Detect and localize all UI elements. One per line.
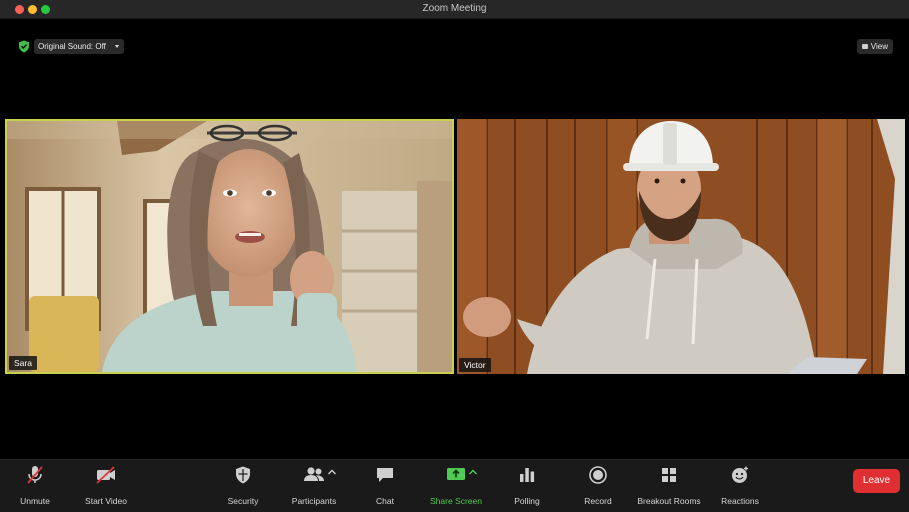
participant-name-tag: Victor: [459, 358, 491, 372]
leave-meeting-button[interactable]: Leave: [853, 469, 900, 493]
polling-bar-chart-icon: [520, 468, 535, 482]
meeting-top-bar: Original Sound: Off View: [0, 38, 909, 56]
view-label: View: [870, 42, 888, 51]
start-video-button[interactable]: Start Video: [71, 464, 141, 508]
start-video-label: Start Video: [85, 496, 127, 506]
meeting-controls-toolbar: Unmute Start Video Security Participants: [0, 459, 909, 512]
window-title-bar: Zoom Meeting: [0, 0, 909, 19]
chevron-down-icon: [114, 45, 119, 48]
view-grid-icon: [861, 44, 868, 49]
reactions-button[interactable]: Reactions: [705, 464, 775, 508]
reactions-label: Reactions: [721, 496, 759, 506]
share-screen-options-chevron-up-icon[interactable]: [468, 468, 478, 476]
breakout-rooms-grid-icon: [662, 468, 676, 482]
participant-name-tag: Sara: [9, 356, 37, 370]
video-tile-victor[interactable]: Victor: [457, 119, 905, 374]
microphone-muted-icon: [27, 466, 43, 484]
video-camera-off-icon: [96, 466, 115, 484]
original-sound-label: Original Sound: Off: [38, 42, 106, 51]
record-icon: [589, 466, 607, 484]
original-sound-dropdown[interactable]: Original Sound: Off: [34, 39, 124, 54]
sara-video-feed: [7, 121, 452, 372]
reactions-smiley-icon: [732, 466, 748, 483]
view-button[interactable]: View: [856, 39, 893, 54]
video-tile-sara[interactable]: Sara: [5, 119, 454, 374]
victor-video-feed: [457, 119, 905, 374]
participants-options-chevron-up-icon[interactable]: [327, 468, 337, 476]
participants-icon: [304, 467, 324, 481]
share-screen-arrow-up-icon: [447, 468, 465, 480]
window-title: Zoom Meeting: [422, 3, 487, 14]
chat-bubble-icon: [377, 468, 393, 482]
encryption-shield-icon[interactable]: [18, 40, 30, 53]
security-shield-icon: [236, 466, 250, 484]
